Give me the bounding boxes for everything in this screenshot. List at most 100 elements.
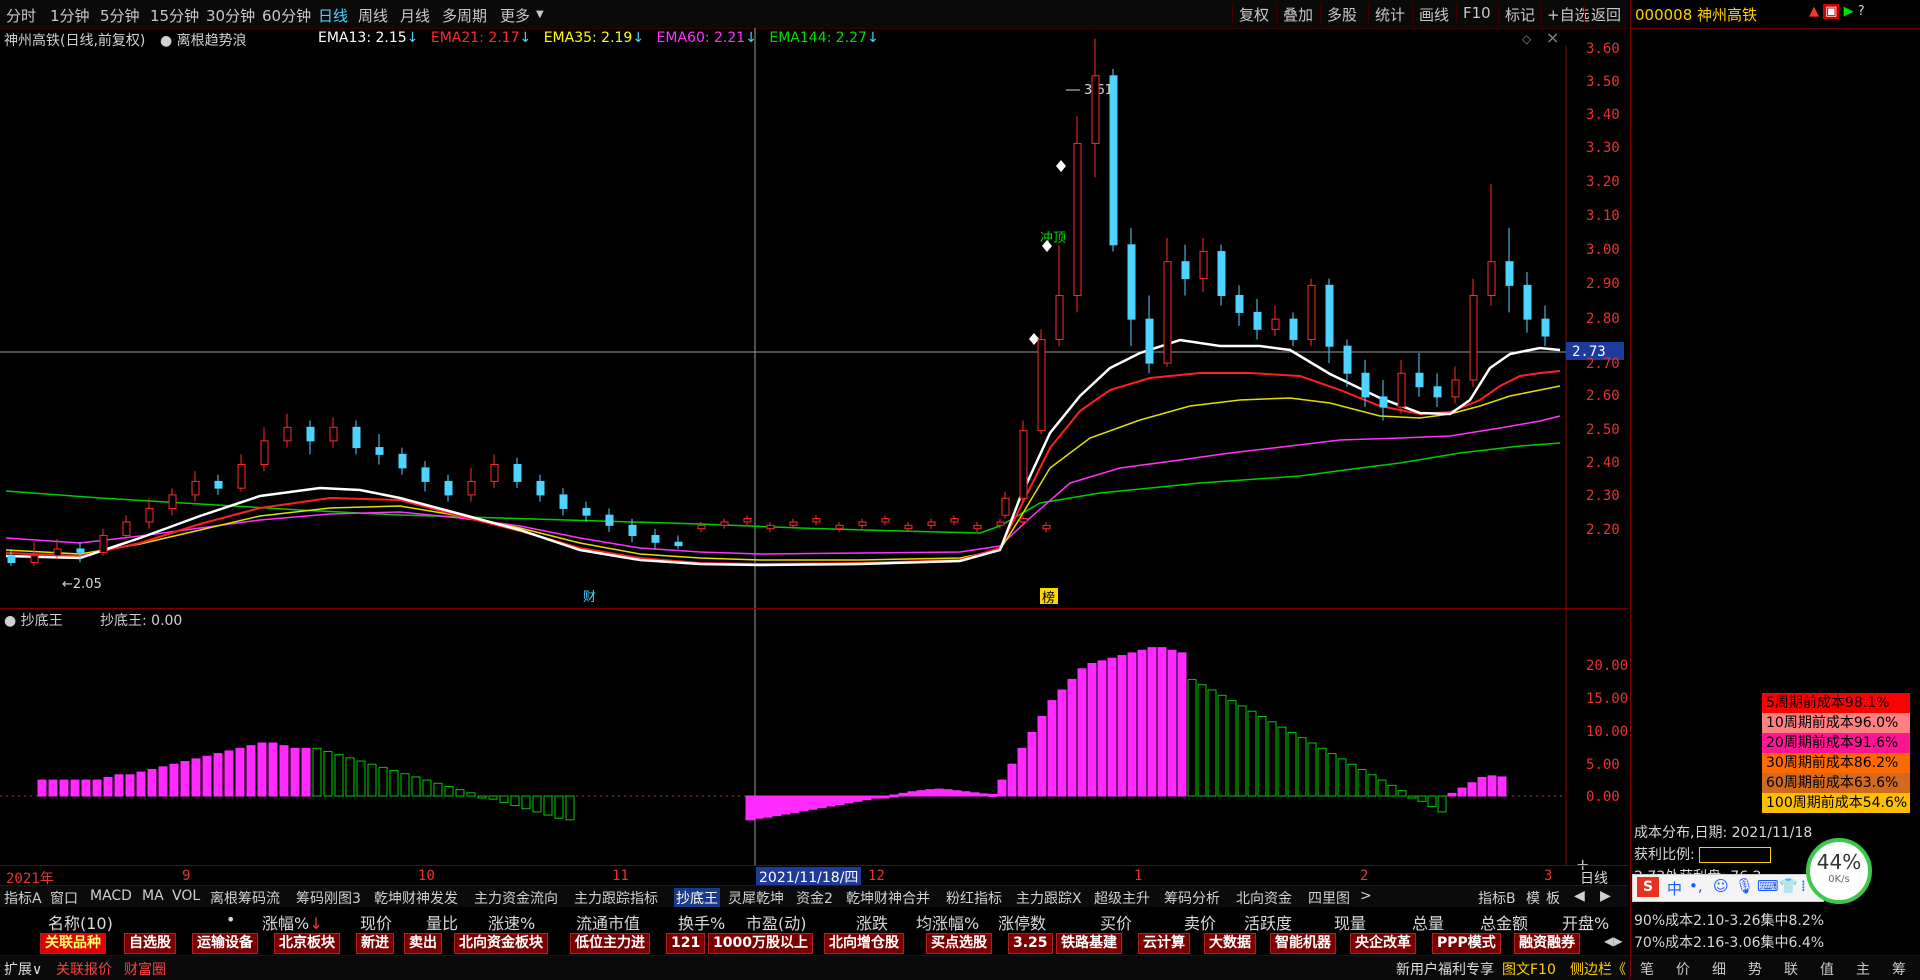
mark-button[interactable]: 标记 (1498, 4, 1535, 25)
sector-tab[interactable]: 铁路基建 (1056, 933, 1122, 954)
sector-tab[interactable]: 大数据 (1204, 933, 1256, 954)
tab-trend[interactable]: 势 (1748, 959, 1762, 979)
tab-window[interactable]: 窗口 (50, 888, 78, 908)
ime-toolbar[interactable]: S 中 •, ☺ 🎙 ⌨ 👕 ⁞ (1632, 874, 1824, 902)
related-quotes-button[interactable]: 关联报价 (56, 959, 112, 979)
fortune-circle-button[interactable]: 财富圈 (124, 959, 166, 979)
tab-main-tracking[interactable]: 主力跟踪指标 (574, 888, 658, 908)
period-tab-5min[interactable]: 5分钟 (100, 5, 140, 26)
tab-fund2[interactable]: 资金2 (796, 888, 833, 908)
period-tab-fenshi[interactable]: 分时 (6, 5, 36, 26)
statistics-button[interactable]: 统计 (1368, 4, 1405, 25)
tab-template[interactable]: 模 (1526, 888, 1540, 908)
tab-bi[interactable]: 笔 (1640, 959, 1654, 979)
tab-chips[interactable]: 筹 (1892, 959, 1906, 979)
period-tab-monthly[interactable]: 月线 (400, 5, 430, 26)
col-bid[interactable]: 买价 (1100, 910, 1132, 934)
tab-northbound[interactable]: 北向资金 (1236, 888, 1292, 908)
tab-macd[interactable]: MACD (90, 888, 132, 904)
sector-tab[interactable]: 智能机器 (1270, 933, 1336, 954)
chevron-right-icon[interactable]: > (1360, 888, 1372, 904)
tab-lingxi[interactable]: 灵犀乾坤 (728, 888, 784, 908)
tab-linked[interactable]: 联 (1784, 959, 1798, 979)
period-tab-multi[interactable]: 多周期 (442, 5, 487, 26)
tab-qiankun-fortune[interactable]: 乾坤财神发发 (374, 888, 458, 908)
multi-stock-button[interactable]: 多股 (1320, 4, 1357, 25)
flag-icon[interactable]: ▲ (1809, 4, 1819, 19)
fuquan-button[interactable]: 复权 (1232, 4, 1269, 25)
col-amount[interactable]: 总金额 (1480, 910, 1528, 934)
sector-tab[interactable]: 北向增仓股 (824, 933, 904, 954)
col-current-vol[interactable]: 现量 (1334, 910, 1366, 934)
sector-tab[interactable]: 运输设备 (192, 933, 258, 954)
tab-indicator-a[interactable]: 指标A (4, 888, 42, 908)
period-tab-30min[interactable]: 30分钟 (206, 5, 255, 26)
period-tab-more[interactable]: 更多 (500, 5, 530, 26)
tab-price[interactable]: 价 (1676, 959, 1690, 979)
tab-main-tracking-x[interactable]: 主力跟踪X (1016, 888, 1082, 908)
tab-detail[interactable]: 细 (1712, 959, 1726, 979)
play-icon[interactable]: ▶ (1844, 4, 1854, 19)
candlestick-chart[interactable]: 神州高铁(日线,前复权) ● 离根趋势浪 EMA13: 2.15↓ EMA21:… (0, 28, 1628, 609)
col-name[interactable]: 名称(10) (48, 910, 113, 934)
col-open-pct[interactable]: 开盘% (1562, 910, 1609, 934)
sector-tab[interactable]: 自选股 (124, 933, 176, 954)
draw-line-button[interactable]: 画线 (1412, 4, 1449, 25)
period-tab-1min[interactable]: 1分钟 (50, 5, 90, 26)
tab-main[interactable]: 主 (1856, 959, 1870, 979)
col-float-cap[interactable]: 流通市值 (576, 910, 640, 934)
chinese-mode-icon[interactable]: 中 (1667, 878, 1682, 899)
tab-main-fund-flow[interactable]: 主力资金流向 (474, 888, 558, 908)
col-price[interactable]: 现价 (360, 910, 392, 934)
chevron-left-icon[interactable]: ◀ (1574, 888, 1585, 904)
col-ask[interactable]: 卖价 (1184, 910, 1216, 934)
f10-graphic-button[interactable]: 图文F10 (1502, 959, 1556, 979)
sector-tab[interactable]: 融资融券 (1514, 933, 1580, 954)
col-volume-ratio[interactable]: 量比 (426, 910, 458, 934)
chevron-right-icon[interactable]: ▶ (1600, 888, 1611, 904)
tab-vol[interactable]: VOL (172, 888, 200, 904)
sector-tab[interactable]: 121 (666, 933, 706, 954)
f10-button[interactable]: F10 (1456, 4, 1491, 22)
microphone-icon[interactable]: 🎙 (1735, 877, 1754, 895)
overlay-button[interactable]: 叠加 (1276, 4, 1313, 25)
sector-tab[interactable]: 买点选股 (926, 933, 992, 954)
tab-four-chart[interactable]: 四里图 (1308, 888, 1350, 908)
sector-tab[interactable]: 央企改革 (1350, 933, 1416, 954)
shirt-icon[interactable]: 👕 (1779, 877, 1798, 895)
col-limit-up[interactable]: 涨停数 (998, 910, 1046, 934)
network-speed-widget[interactable]: 44% 0K/s (1806, 838, 1872, 904)
keyboard-icon[interactable]: ⌨ (1757, 877, 1779, 895)
period-tab-60min[interactable]: 60分钟 (262, 5, 311, 26)
sidebar-toggle-button[interactable]: 侧边栏《 (1570, 959, 1626, 979)
period-tab-15min[interactable]: 15分钟 (150, 5, 199, 26)
col-change[interactable]: 涨跌 (856, 910, 888, 934)
scroll-arrows-icon[interactable]: ◀▶ (1604, 934, 1622, 948)
sector-tab[interactable]: 低位主力进 (570, 933, 650, 954)
period-tab-daily[interactable]: 日线 (318, 5, 348, 26)
tab-value[interactable]: 值 (1820, 959, 1834, 979)
sector-tab[interactable]: 关联品种 (40, 933, 106, 954)
sector-tab[interactable]: 北京板块 (274, 933, 340, 954)
period-tab-weekly[interactable]: 周线 (358, 5, 388, 26)
punctuation-icon[interactable]: •, (1689, 877, 1703, 895)
expand-button[interactable]: 扩展∨ (4, 959, 42, 979)
apps-grid-icon[interactable]: ⁞ (1801, 877, 1806, 895)
tab-chaodiwang[interactable]: 抄底王 (674, 888, 720, 908)
sector-tab[interactable]: PPP模式 (1432, 933, 1501, 954)
tab-chip-flow[interactable]: 离根筹码流 (210, 888, 280, 908)
col-pe[interactable]: 市盈(动) (746, 910, 807, 934)
col-activity[interactable]: 活跃度 (1244, 910, 1292, 934)
col-avg-change[interactable]: 均涨幅% (916, 910, 979, 934)
col-change-pct[interactable]: 涨幅%↓ (262, 910, 323, 934)
sector-tab[interactable]: 云计算 (1138, 933, 1190, 954)
tab-chip-fig3[interactable]: 筹码刚图3 (296, 888, 361, 908)
sector-tab[interactable]: 3.25 (1008, 933, 1053, 954)
new-user-benefit-link[interactable]: 新用户福利专享 (1396, 959, 1494, 979)
emoji-icon[interactable]: ☺ (1713, 877, 1729, 895)
col-speed[interactable]: 涨速% (488, 910, 535, 934)
oscillator-chart[interactable]: ● 抄底王 抄底王: 0.00 20.00 15.00 10.00 5.00 0… (0, 609, 1628, 874)
chart-icon[interactable]: ▣ (1823, 4, 1840, 19)
sector-tab[interactable]: 1000万股以上 (708, 933, 813, 954)
sector-tab[interactable]: 卖出 (404, 933, 442, 954)
